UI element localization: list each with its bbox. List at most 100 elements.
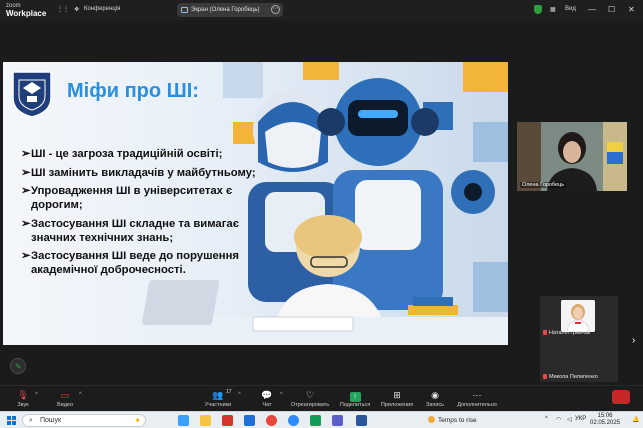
- list-item: ➢ Застосування ШІ складне та вимагає зна…: [21, 217, 261, 245]
- windows-start-icon[interactable]: [7, 416, 16, 425]
- speaker-name: Олена Горобець: [520, 182, 567, 188]
- university-logo: [12, 71, 52, 118]
- participant-name: Микола Пилипенко: [543, 374, 598, 380]
- participant-name-text: Наталія Гривчак: [549, 330, 591, 336]
- view-grid-icon[interactable]: ▦: [550, 6, 556, 13]
- arrow-bullet-icon: ➢: [21, 166, 31, 179]
- speaker-video-tile[interactable]: Олена Горобець: [517, 122, 627, 191]
- screen-share-pill[interactable]: Экран (Олена Горобець) ⋯: [177, 3, 283, 17]
- more-icon: ⋯: [472, 390, 482, 400]
- audio-label: Звук: [17, 402, 29, 408]
- participant-thumbnail[interactable]: [561, 300, 595, 332]
- zoom-icon[interactable]: [288, 415, 299, 426]
- clock[interactable]: 15:06 02.05.2025: [590, 413, 620, 427]
- volume-icon[interactable]: ◁: [567, 416, 572, 423]
- screen-share-label: Экран (Олена Горобець): [191, 7, 260, 13]
- audio-options-chevron-icon[interactable]: ^: [35, 392, 38, 398]
- date-text: 02.05.2025: [590, 420, 621, 426]
- slide-title: Міфи про ШІ:: [67, 80, 199, 102]
- participants-label: Участники: [204, 402, 232, 408]
- list-item: ➢ Застосування ШІ веде до порушення акад…: [21, 249, 261, 277]
- search-icon: ⌕: [29, 417, 33, 424]
- copilot-sparkle-icon: ✦: [134, 416, 141, 425]
- myth-text: ШІ - це загроза традиційній освіті;: [31, 148, 223, 160]
- tray-chevron-icon[interactable]: ^: [545, 416, 548, 422]
- outlook-icon[interactable]: [244, 415, 255, 426]
- participant-name: Наталія Гривчак: [543, 330, 590, 336]
- view-label[interactable]: Вид: [565, 6, 576, 12]
- language-indicator[interactable]: УКР: [575, 416, 586, 422]
- speaker-video-feed: [517, 122, 627, 191]
- myth-text: Застосування ШІ веде до порушення академ…: [31, 250, 240, 276]
- meeting-toolbar: 🎙 Звук ^ ▭ Видео ^ 👥 17 Участники ^ 💬 Ча…: [0, 385, 643, 411]
- taskbar-search-input[interactable]: ⌕ Пошук ✦: [22, 414, 146, 427]
- word-icon[interactable]: [356, 415, 367, 426]
- annotate-button[interactable]: ✎: [10, 358, 26, 374]
- edge-icon[interactable]: [310, 415, 321, 426]
- myth-text: ШІ замінить викладачів у майбутньому;: [31, 166, 256, 179]
- participant-name-text: Микола Пилипенко: [549, 374, 598, 380]
- close-icon[interactable]: ✕: [628, 5, 635, 14]
- pen-icon: ✎: [15, 362, 22, 371]
- chat-button[interactable]: 💬 Чат: [244, 389, 290, 408]
- notifications-icon[interactable]: 🔔: [632, 416, 639, 423]
- chat-label: Чат: [262, 402, 272, 408]
- weather-widget[interactable]: Temps to rise: [428, 416, 477, 424]
- chat-icon: 💬: [261, 390, 273, 400]
- more-label: Дополнительно: [457, 402, 497, 408]
- network-icon[interactable]: ◠: [556, 416, 561, 423]
- windows-taskbar: ⌕ Пошук ✦ Temps to rise ^ ◠ ◁ УКР 15:06 …: [0, 411, 643, 428]
- task-view-icon[interactable]: [178, 415, 189, 426]
- time-text: 15:06: [597, 413, 613, 419]
- weather-icon: [428, 416, 435, 423]
- mic-muted-icon: [543, 330, 547, 336]
- participant-photo: [561, 300, 595, 332]
- record-label: Запись: [425, 402, 445, 408]
- video-options-chevron-icon[interactable]: ^: [79, 392, 82, 398]
- app-icon[interactable]: [222, 415, 233, 426]
- brand-line2: Workplace: [6, 9, 47, 18]
- share-icon: ↑: [349, 392, 361, 402]
- list-item: ➢ ШІ замінить викладачів у майбутньому;: [21, 166, 261, 180]
- search-placeholder: Пошук: [40, 417, 62, 424]
- list-item: ➢ Упровадження ШІ в університетах є доро…: [21, 184, 261, 212]
- more-button[interactable]: ⋯ Дополнительно: [454, 389, 500, 408]
- record-button[interactable]: ◉ Запись: [412, 389, 458, 408]
- chrome-icon[interactable]: [266, 415, 277, 426]
- share-label: Поделиться: [339, 402, 371, 408]
- security-shield-icon[interactable]: [534, 5, 542, 14]
- react-button[interactable]: ♡ Отреагировать: [287, 389, 333, 408]
- minimize-icon[interactable]: —: [588, 5, 596, 14]
- arrow-bullet-icon: ➢: [21, 250, 31, 262]
- screen-icon: [181, 7, 188, 13]
- teams-icon[interactable]: [332, 415, 343, 426]
- participants-icon: 👥: [212, 390, 224, 400]
- maximize-icon[interactable]: ☐: [608, 5, 615, 14]
- conference-label[interactable]: Конференція: [84, 6, 120, 12]
- react-label: Отреагировать: [290, 402, 330, 408]
- participants-button[interactable]: 👥 17 Участники: [195, 389, 241, 408]
- participant-count: 17: [226, 389, 232, 395]
- file-explorer-icon[interactable]: [200, 415, 211, 426]
- myth-text: Упровадження ШІ в університетах є дороги…: [31, 185, 233, 211]
- paw-icon: ❖: [74, 7, 80, 13]
- myth-text: Застосування ШІ складне та вимагає значн…: [31, 217, 239, 244]
- list-item: ➢ ШІ - це загроза традиційній освіті;: [21, 147, 261, 161]
- zoom-logo: zoom Workplace: [6, 2, 46, 18]
- chat-options-chevron-icon[interactable]: ^: [280, 392, 283, 398]
- arrow-bullet-icon: ➢: [21, 217, 31, 230]
- record-icon: ◉: [431, 390, 439, 400]
- grid-icon[interactable]: ⋮⋮: [57, 6, 69, 13]
- mic-muted-icon: [543, 374, 547, 380]
- video-label: Видео: [56, 402, 74, 408]
- arrow-bullet-icon: ➢: [21, 185, 31, 197]
- shared-screen-slide: Міфи про ШІ: ➢ ШІ - це загроза традиційн…: [3, 62, 508, 345]
- end-meeting-button[interactable]: [612, 390, 630, 404]
- mic-muted-icon: 🎙: [17, 390, 29, 400]
- next-page-chevron-icon[interactable]: ›: [632, 335, 635, 346]
- share-button[interactable]: ↑ Поделиться: [332, 389, 378, 408]
- audio-button[interactable]: 🎙 Звук: [0, 389, 46, 408]
- more-options-icon[interactable]: ⋯: [271, 5, 280, 14]
- participants-options-chevron-icon[interactable]: ^: [238, 392, 241, 398]
- weather-text: Temps to rise: [438, 417, 477, 424]
